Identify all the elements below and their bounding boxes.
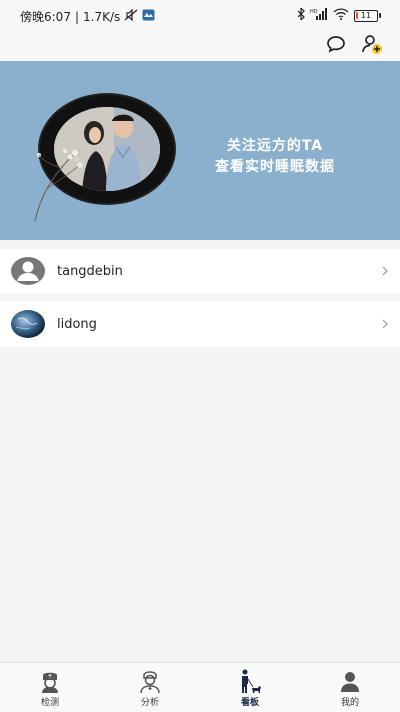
- battery-fill: [356, 11, 358, 19]
- user-icon: [341, 672, 359, 692]
- status-speed: 1.7K/s: [83, 9, 121, 24]
- signal-icon: HD: [310, 8, 328, 23]
- nav-tab-mine[interactable]: 我的: [320, 669, 380, 711]
- earth-avatar: [10, 309, 46, 339]
- list-item-name: lidong: [57, 316, 97, 332]
- list-item-tangdebin[interactable]: tangdebin: [0, 249, 400, 293]
- chevron-right-icon: [382, 266, 388, 276]
- nav-label: 看板: [240, 698, 259, 708]
- bottom-nav: 检测 分析 看板 我的: [0, 662, 400, 712]
- nav-label: 分析: [140, 698, 159, 708]
- battery-icon: 11: [354, 9, 381, 22]
- chevron-right-icon: [382, 319, 388, 329]
- nurse-icon: [42, 672, 58, 693]
- status-left: 傍晚6:07 | 1.7K/s: [20, 8, 155, 25]
- battery-level-text: 11: [360, 11, 372, 20]
- dried-flower-decoration: [34, 149, 83, 222]
- wifi-icon: [333, 8, 349, 23]
- add-follow-button[interactable]: [360, 32, 384, 56]
- banner-title: 关注远方的TA: [226, 138, 324, 154]
- nav-tab-dashboard[interactable]: 看板: [220, 669, 280, 711]
- bluetooth-icon: [297, 6, 305, 23]
- banner-subtitle: 查看实时睡眠数据: [215, 159, 335, 175]
- nav-label: 检测: [40, 698, 59, 708]
- status-divider: |: [74, 9, 79, 24]
- top-toolbar: [0, 30, 400, 60]
- app-notification-icon: [142, 9, 155, 24]
- chat-bubble-icon: [327, 36, 345, 53]
- person-dog-icon: [242, 669, 261, 693]
- message-button[interactable]: [324, 32, 348, 56]
- status-time: 傍晚6:07: [20, 10, 71, 24]
- status-right: HD 11: [297, 6, 381, 23]
- list-item-lidong[interactable]: lidong: [0, 302, 400, 346]
- add-user-icon: [362, 35, 382, 54]
- mute-icon: [124, 8, 138, 24]
- default-avatar-icon: [10, 256, 46, 286]
- nav-label: 我的: [340, 698, 359, 708]
- nav-tab-detect[interactable]: 检测: [20, 669, 80, 711]
- banner[interactable]: 关注远方的TA 查看实时睡眠数据: [0, 61, 400, 240]
- svg-text:HD: HD: [310, 9, 318, 15]
- status-bar: 傍晚6:07 | 1.7K/s HD 11: [0, 0, 400, 30]
- nav-tab-analysis[interactable]: 分析: [120, 669, 180, 711]
- list-item-name: tangdebin: [57, 263, 123, 279]
- doctor-icon: [140, 671, 160, 693]
